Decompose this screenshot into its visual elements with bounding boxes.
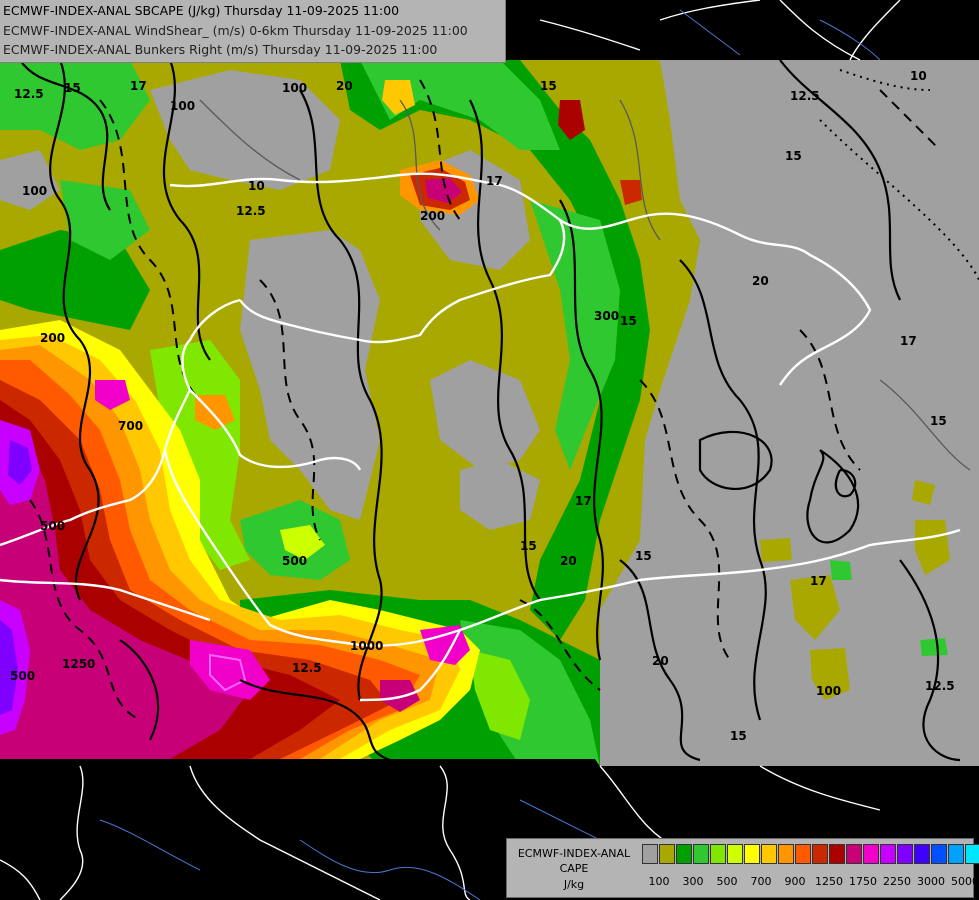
- forecast-map: 12.5 15 17 100 10 20 100 17 15 12.5 15 2…: [0, 0, 979, 900]
- contour-label: 15: [730, 729, 747, 743]
- legend-tick-label: 300: [682, 875, 704, 888]
- legend-tick-label: 100: [648, 875, 670, 888]
- contour-label: 500: [40, 519, 65, 533]
- contour-label: 200: [420, 209, 445, 223]
- contour-label: 700: [118, 419, 143, 433]
- contour-label: 15: [620, 314, 637, 328]
- contour-label: 200: [40, 331, 65, 345]
- legend-swatch: [676, 844, 692, 864]
- legend-swatches: [642, 844, 979, 864]
- contour-label: 20: [560, 554, 577, 568]
- contour-label: 15: [930, 414, 947, 428]
- legend-swatch: [863, 844, 879, 864]
- contour-label: 100: [282, 81, 307, 95]
- contour-label: 100: [170, 99, 195, 113]
- title-line-bunkers: ECMWF-INDEX-ANAL Bunkers Right (m/s) Thu…: [3, 42, 438, 57]
- contour-label: 12.5: [292, 661, 322, 675]
- legend-swatch: [710, 844, 726, 864]
- contour-label: 17: [486, 174, 503, 188]
- legend-swatch: [965, 844, 979, 864]
- contour-label: 12.5: [790, 89, 820, 103]
- contour-label: 10: [248, 179, 265, 193]
- contour-label: 20: [752, 274, 769, 288]
- legend-variable: CAPE: [559, 862, 589, 875]
- contour-label: 500: [282, 554, 307, 568]
- contour-label: 1250: [62, 657, 95, 671]
- contour-label: 17: [810, 574, 827, 588]
- legend-swatch: [880, 844, 896, 864]
- legend-swatch: [659, 844, 675, 864]
- legend-tick-label: 1750: [849, 875, 877, 888]
- title-line-cape: ECMWF-INDEX-ANAL SBCAPE (J/kg) Thursday …: [3, 3, 400, 18]
- contour-label: 20: [336, 79, 353, 93]
- contour-label: 17: [130, 79, 147, 93]
- legend-tick-label: 5000: [951, 875, 979, 888]
- legend-swatch: [778, 844, 794, 864]
- legend-unit: J/kg: [563, 878, 585, 891]
- contour-label: 500: [10, 669, 35, 683]
- legend-swatch: [693, 844, 709, 864]
- legend-ticks: 100 300 500 700 900 1250 1750 2250 3000 5000: [642, 875, 979, 889]
- contour-label: 100: [816, 684, 841, 698]
- legend-swatch: [948, 844, 964, 864]
- contour-label: 17: [900, 334, 917, 348]
- contour-label: 12.5: [236, 204, 266, 218]
- contour-label: 15: [635, 549, 652, 563]
- legend-tick-label: 700: [750, 875, 772, 888]
- contour-label: 1000: [350, 639, 383, 653]
- legend-tick-label: 2250: [883, 875, 911, 888]
- legend-swatch: [931, 844, 947, 864]
- legend-swatch: [829, 844, 845, 864]
- legend-tick-label: 500: [716, 875, 738, 888]
- legend-swatch: [914, 844, 930, 864]
- legend-tick-label: 3000: [917, 875, 945, 888]
- legend-tick-label: 1250: [815, 875, 843, 888]
- legend-swatch: [642, 844, 658, 864]
- contour-label: 12.5: [14, 87, 44, 101]
- contour-label: 15: [64, 81, 81, 95]
- legend-swatch: [897, 844, 913, 864]
- contour-label: 10: [910, 69, 927, 83]
- contour-label: 12.5: [925, 679, 955, 693]
- contour-label: 300: [594, 309, 619, 323]
- contour-label: 15: [785, 149, 802, 163]
- legend-swatch: [761, 844, 777, 864]
- legend-swatch: [795, 844, 811, 864]
- color-legend: ECMWF-INDEX-ANAL CAPE J/kg 100 300 500 700 9…: [506, 838, 979, 898]
- legend-swatch: [846, 844, 862, 864]
- map-title-box: ECMWF-INDEX-ANAL SBCAPE (J/kg) Thursday …: [0, 0, 506, 63]
- contour-label: 15: [520, 539, 537, 553]
- legend-swatch: [812, 844, 828, 864]
- legend-swatch: [727, 844, 743, 864]
- contour-label: 20: [652, 654, 669, 668]
- legend-source: ECMWF-INDEX-ANAL: [517, 847, 631, 860]
- contour-label: 17: [575, 494, 592, 508]
- legend-swatch: [744, 844, 760, 864]
- legend-tick-label: 900: [784, 875, 806, 888]
- title-line-windshear: ECMWF-INDEX-ANAL WindShear_ (m/s) 0-6km …: [3, 23, 468, 38]
- contour-label: 15: [540, 79, 557, 93]
- contour-label: 100: [22, 184, 47, 198]
